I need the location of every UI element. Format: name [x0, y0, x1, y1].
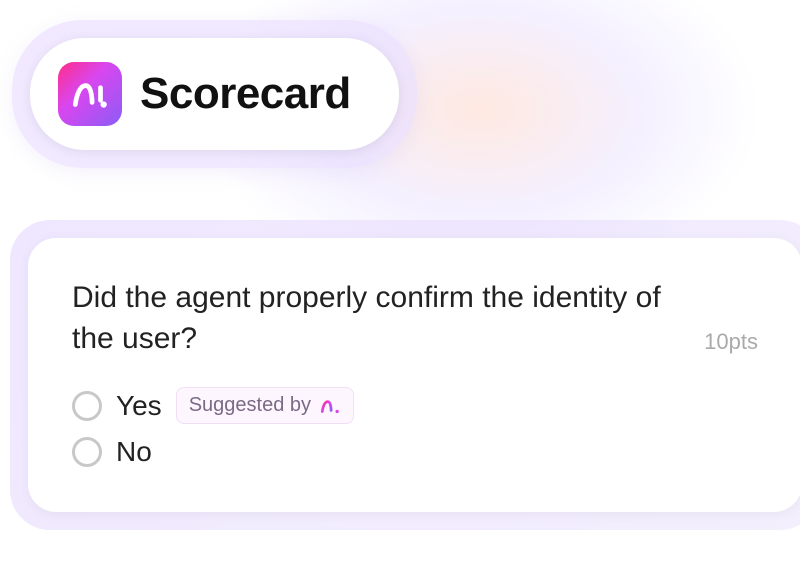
option-label: No — [116, 436, 152, 468]
card-header: Did the agent properly confirm the ident… — [72, 278, 758, 359]
points-label: 10pts — [704, 329, 758, 359]
option-label: Yes — [116, 390, 162, 422]
question-card-inner: Did the agent properly confirm the ident… — [28, 238, 800, 512]
ai-logo-icon — [58, 62, 122, 126]
header-pill-inner: Scorecard — [30, 38, 399, 150]
radio-icon[interactable] — [72, 437, 102, 467]
ai-mini-icon — [319, 395, 341, 417]
suggested-badge: Suggested by — [176, 387, 354, 424]
page-title: Scorecard — [140, 69, 351, 119]
radio-icon[interactable] — [72, 391, 102, 421]
option-no[interactable]: No — [72, 436, 758, 468]
option-yes[interactable]: Yes Suggested by — [72, 387, 758, 424]
question-card: Did the agent properly confirm the ident… — [10, 220, 800, 530]
suggested-text: Suggested by — [189, 394, 311, 417]
options-list: Yes Suggested by — [72, 387, 758, 468]
question-text: Did the agent properly confirm the ident… — [72, 278, 664, 359]
header-pill: Scorecard — [12, 20, 417, 168]
